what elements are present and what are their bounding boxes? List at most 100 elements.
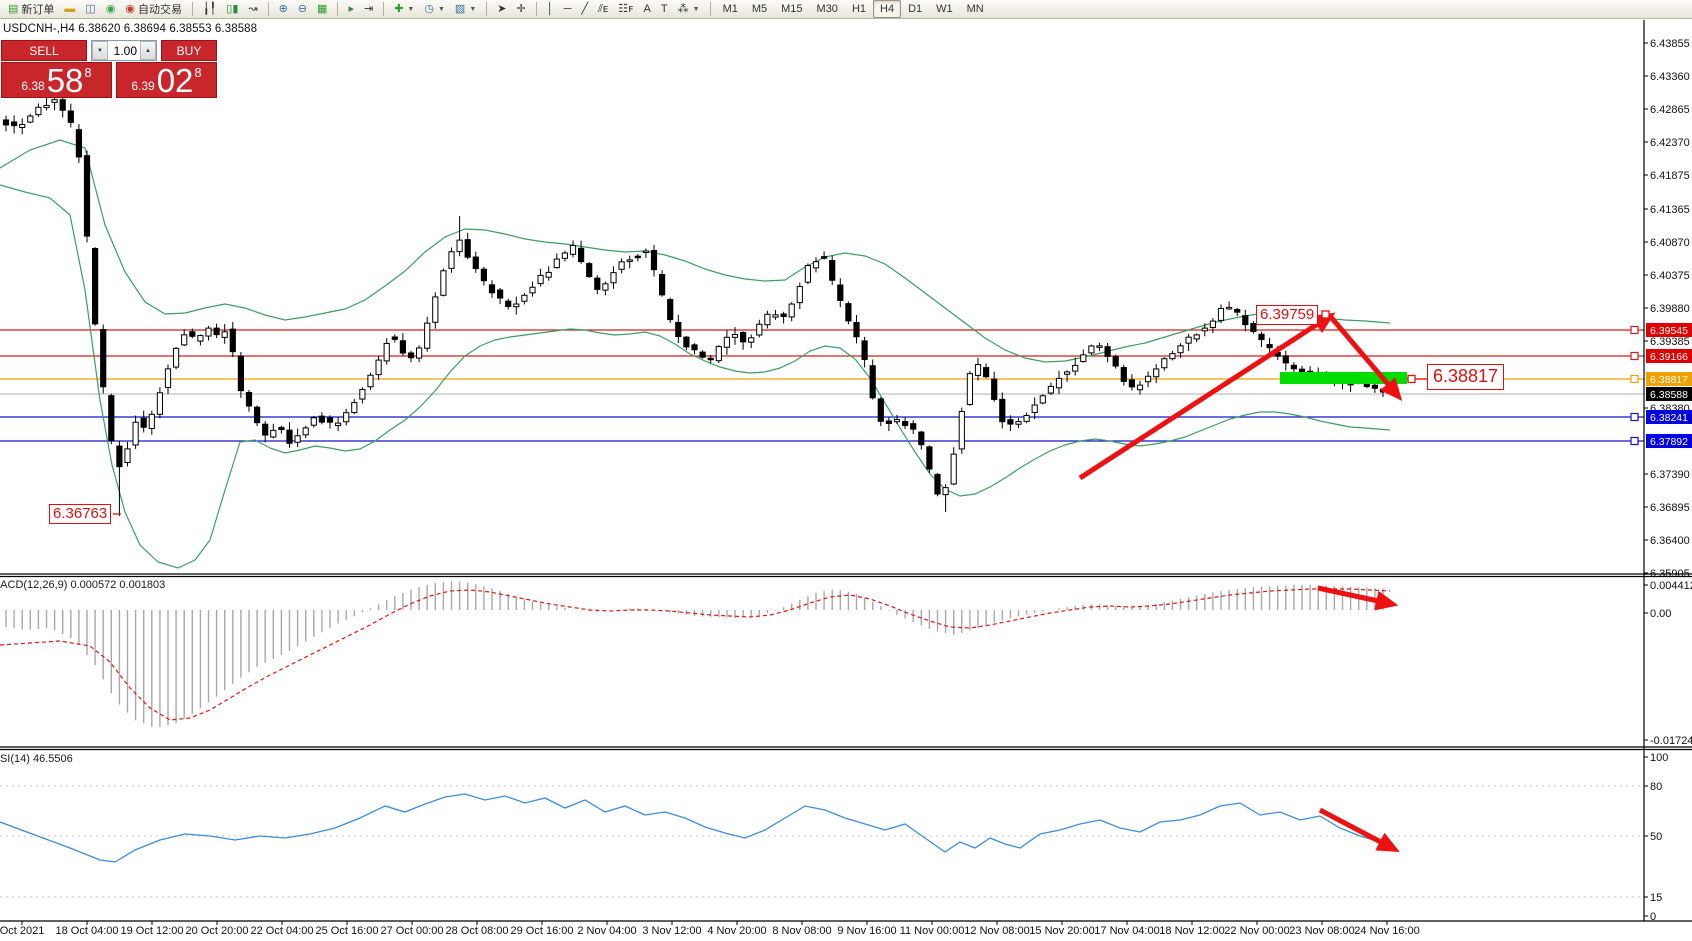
trendline-tool[interactable]: ╱ (576, 0, 593, 18)
crayon-icon: ▬ (64, 4, 75, 15)
candle-body (554, 259, 559, 268)
time-tick-label: 19 Oct 12:00 (121, 925, 184, 937)
candle-body (716, 346, 721, 360)
price-annotation-peak[interactable]: 6.39759 (1256, 305, 1318, 325)
candle-body (319, 416, 324, 422)
candle-body (352, 403, 357, 413)
candle-body (724, 337, 729, 347)
tile-windows-icon: ▦ (317, 4, 327, 15)
timeframe-d1-button[interactable]: D1 (901, 0, 929, 18)
sell-price-tile[interactable]: 6.38 58 8 (1, 62, 112, 98)
timeframe-w1-button[interactable]: W1 (929, 0, 960, 18)
candle-body (579, 248, 584, 261)
line-handle[interactable] (1631, 438, 1638, 445)
trendline-icon: ╱ (581, 4, 588, 15)
line-chart-button[interactable]: ↝ (243, 0, 262, 18)
volume-decrease-button[interactable]: ▼ (92, 41, 108, 60)
tile-windows-button[interactable]: ▦ (312, 0, 332, 18)
time-tick-label: 17 Nov 04:00 (1094, 925, 1159, 937)
candle-body (765, 314, 770, 325)
price-tick-label: 6.39880 (1650, 303, 1690, 315)
fibonacci-icon: ☷ꜰ (618, 4, 633, 15)
price-annotation-level[interactable]: 6.38817 (1427, 364, 1504, 390)
label-tool[interactable]: T (656, 0, 673, 18)
candle-body (481, 269, 486, 281)
timeframe-mn-button[interactable]: MN (960, 0, 991, 18)
bar-chart-icon: ╽╿ (203, 4, 216, 15)
toolbar-separator (710, 2, 711, 16)
candle-body (1227, 307, 1232, 309)
buy-price-tile[interactable]: 6.39 02 8 (116, 62, 217, 98)
timeframe-m15-button[interactable]: M15 (774, 0, 809, 18)
candle-body (684, 337, 689, 347)
indicator-tick-label: 15 (1650, 892, 1662, 904)
rsi-indicator-label: RSI(14) 46.5506 (0, 753, 73, 765)
line-handle[interactable] (1631, 414, 1638, 421)
horizontal-line-tool[interactable]: ─ (559, 0, 577, 18)
price-tag-label: 6.38588 (1650, 389, 1688, 401)
time-tick-label: 29 Oct 16:00 (511, 925, 574, 937)
candle-body (498, 290, 503, 298)
line-handle[interactable] (1631, 327, 1638, 334)
price-annotation-low[interactable]: 6.36763 (49, 504, 111, 524)
candle-body (157, 393, 162, 414)
buy-button[interactable]: BUY (161, 40, 217, 61)
zoom-in-button[interactable]: ⊕ (274, 0, 293, 18)
price-tick-label: 6.41365 (1650, 204, 1690, 216)
candles-chart-button[interactable]: ▯▮ (221, 0, 243, 18)
signal-button[interactable]: ◉ (101, 0, 121, 18)
sell-button[interactable]: SELL (1, 40, 87, 61)
arrows-tool[interactable]: ⁂▼ (673, 0, 705, 18)
indicator-plus-icon: ✚ (394, 4, 403, 15)
cursor-tool-button[interactable]: ➤ (492, 0, 511, 18)
crosshair-tool-button[interactable]: ✛ (511, 0, 530, 18)
line-handle[interactable] (1631, 376, 1638, 383)
indicators-button[interactable]: ✚▼ (389, 0, 419, 18)
text-tool[interactable]: A (639, 0, 656, 18)
new-order-button[interactable]: ▤ 新订单 (3, 0, 59, 18)
time-tick-label: 28 Oct 08:00 (446, 925, 509, 937)
periods-button[interactable]: ◷▼ (419, 0, 450, 18)
candle-body (894, 420, 899, 422)
styles-button[interactable]: ▬ (59, 0, 80, 18)
candle-body (1097, 346, 1102, 348)
timeframe-m30-button[interactable]: M30 (810, 0, 845, 18)
volume-increase-button[interactable]: ▲ (140, 41, 156, 60)
timeframe-h4-button[interactable]: H4 (873, 0, 901, 18)
price-tick-label: 6.36400 (1650, 535, 1690, 547)
chart-canvas[interactable]: 6.438556.433606.428656.423706.418756.413… (0, 0, 1692, 941)
price-tick-label: 6.43360 (1650, 71, 1690, 83)
equidistant-channel-icon: ⫽ᴇ (598, 4, 608, 15)
candle-body (489, 285, 494, 293)
templates-button[interactable]: ▧▼ (450, 0, 481, 18)
channel-tool[interactable]: ⫽ᴇ (593, 0, 613, 18)
horizontal-line-icon: ─ (564, 4, 572, 15)
candle-body (692, 345, 697, 350)
sell-price-pip: 8 (84, 65, 91, 80)
fibonacci-tool[interactable]: ☷ꜰ (613, 0, 638, 18)
candle-body (222, 332, 227, 338)
vertical-line-tool[interactable]: │ (542, 0, 559, 18)
candle-body (271, 430, 276, 437)
auto-scroll-button[interactable]: ▸ (343, 0, 359, 18)
cursor-arrow-icon: ➤ (497, 4, 506, 15)
chart-shift-button[interactable]: ⇥ (359, 0, 378, 18)
candle-body (822, 257, 827, 259)
time-tick-label: 18 Oct 04:00 (56, 925, 119, 937)
candle-body (943, 488, 948, 495)
volume-value[interactable]: 1.00 (108, 41, 140, 60)
timeframe-h1-button[interactable]: H1 (845, 0, 873, 18)
price-tick-label: 6.43855 (1650, 38, 1690, 50)
candle-body (376, 360, 381, 375)
timeframe-m5-button[interactable]: M5 (745, 0, 774, 18)
candle-body (570, 245, 575, 254)
bars-chart-button[interactable]: ╽╿ (198, 0, 221, 18)
line-handle[interactable] (1631, 353, 1638, 360)
autotrading-button[interactable]: ◉ 自动交易 (120, 0, 187, 18)
timeframe-m1-button[interactable]: M1 (716, 0, 745, 18)
indicator-tick-label: 100 (1650, 752, 1668, 764)
candle-body (562, 253, 567, 258)
zoom-out-button[interactable]: ⊖ (293, 0, 312, 18)
candle-body (984, 368, 989, 377)
market-watch-button[interactable]: ◫ (80, 0, 100, 18)
